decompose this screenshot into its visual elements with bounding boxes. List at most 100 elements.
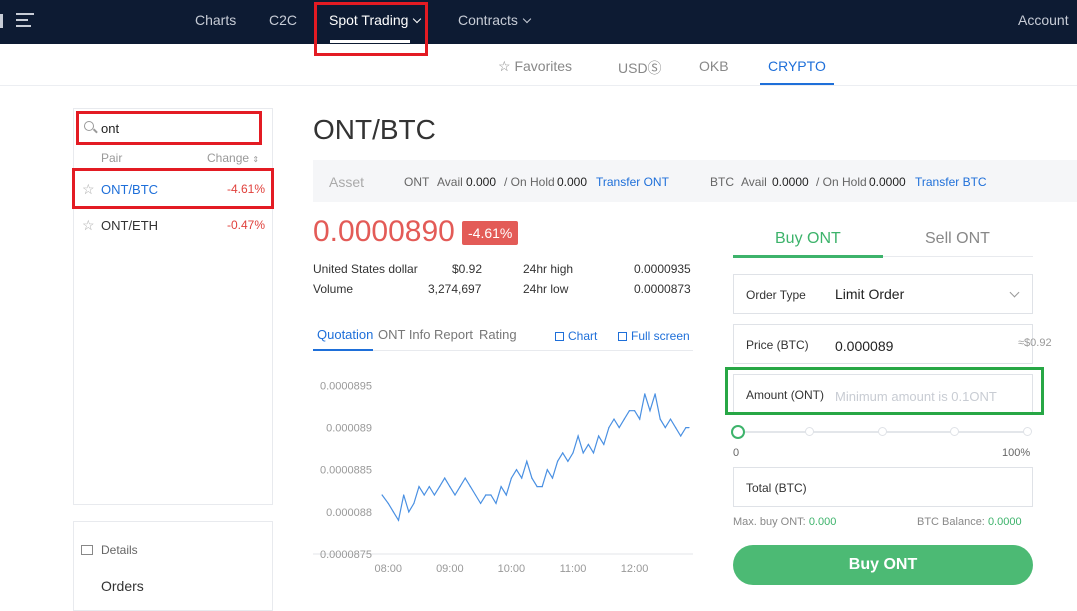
price-point: [474, 494, 477, 496]
col-header-change-label: Change: [207, 151, 250, 165]
price-point: [546, 469, 548, 471]
price-point: [551, 477, 554, 479]
order-type-select[interactable]: Order Type Limit Order: [733, 274, 1033, 314]
price-point: [480, 502, 482, 505]
buy-ont-button[interactable]: Buy ONT: [733, 545, 1033, 585]
y-tick-label: 0.0000895: [320, 380, 372, 392]
max-buy-label: Max. buy ONT:: [733, 516, 806, 528]
collapse-edge: [0, 14, 3, 28]
col-header-change[interactable]: Change ⇕: [207, 151, 259, 165]
high-label: 24hr high: [523, 262, 574, 276]
price-point: [628, 410, 631, 412]
nav-contracts[interactable]: Contracts: [458, 0, 532, 44]
price-point: [541, 485, 543, 488]
price-point: [598, 435, 600, 437]
price-point: [408, 511, 410, 513]
max-buy-value: 0.000: [808, 516, 837, 528]
ont-hold-value: 0.000: [557, 175, 588, 189]
transfer-btc-link[interactable]: Transfer BTC: [915, 175, 987, 189]
price-point: [423, 494, 425, 496]
ont-avail-label: Avail: [437, 175, 463, 189]
price-field[interactable]: Price (BTC) 0.000089: [733, 324, 1033, 364]
slider-max-label: 100%: [1002, 447, 1031, 459]
btc-avail-value: 0.0000: [772, 175, 809, 189]
x-tick-label: 12:00: [621, 563, 649, 575]
ont-hold-label: / On Hold: [504, 175, 555, 189]
price-point: [392, 511, 394, 513]
price-point: [623, 418, 625, 420]
price-point: [485, 494, 487, 496]
nav-account[interactable]: Account: [1018, 0, 1069, 44]
price-point: [531, 477, 533, 479]
tab-buy-ont[interactable]: Buy ONT: [775, 230, 841, 248]
tab-quotation[interactable]: Quotation: [317, 327, 373, 342]
market-subnav: ☆ Favorites USDⓈ OKB CRYPTO: [0, 44, 1077, 86]
y-tick-label: 0.0000875: [320, 549, 372, 561]
asset-bar: Asset ONT Avail 0.000 / On Hold 0.000 Tr…: [313, 160, 1077, 202]
subnav-favorites[interactable]: ☆ Favorites: [498, 58, 572, 75]
slider-stop-75[interactable]: [950, 427, 959, 436]
details-panel: [73, 521, 273, 611]
price-point: [464, 477, 466, 479]
star-icon[interactable]: ☆: [82, 217, 95, 234]
col-header-pair[interactable]: Pair: [101, 151, 122, 165]
price-point: [567, 460, 569, 462]
tab-rating[interactable]: Rating: [479, 327, 517, 342]
total-field[interactable]: Total (BTC): [733, 467, 1033, 507]
chart-icon: [555, 332, 564, 341]
menu-icon[interactable]: [16, 13, 34, 29]
price-line-chart[interactable]: 0.0000895 0.000089 0.0000885 0.000088 0.0000…: [313, 372, 693, 582]
asset-label: Asset: [329, 174, 365, 190]
subnav-usds[interactable]: USDⓈ: [618, 58, 662, 78]
slider-stop-50[interactable]: [878, 427, 887, 436]
price-point: [649, 410, 651, 412]
tab-ont-info[interactable]: ONT Info: [378, 327, 431, 342]
subnav-okb[interactable]: OKB: [699, 58, 729, 74]
tab-sell-ont[interactable]: Sell ONT: [925, 230, 990, 248]
price-point: [397, 519, 400, 521]
slider-stop-25[interactable]: [805, 427, 814, 436]
price-point: [413, 502, 415, 505]
highlight-box-ont-btc: [72, 168, 274, 209]
chart-button[interactable]: Chart: [555, 329, 597, 343]
chevron-down-icon: [1009, 287, 1020, 298]
low-label: 24hr low: [523, 282, 569, 296]
price-point: [664, 426, 666, 429]
price-point: [510, 477, 513, 479]
price-point: [454, 494, 456, 496]
price-point: [633, 410, 636, 412]
transfer-ont-link[interactable]: Transfer ONT: [596, 175, 669, 189]
btc-hold-label: / On Hold: [816, 175, 867, 189]
price-point: [418, 485, 420, 488]
highlight-box-search: [76, 111, 262, 145]
orders-link[interactable]: Orders: [101, 578, 144, 594]
nav-charts[interactable]: Charts: [195, 0, 236, 44]
tab-active-underline: [313, 349, 373, 351]
subnav-favorites-label: Favorites: [514, 58, 573, 74]
subnav-active-underline: [760, 83, 834, 85]
price-input-value[interactable]: 0.000089: [835, 338, 893, 354]
fullscreen-button[interactable]: Full screen: [618, 329, 690, 343]
price-point: [685, 426, 687, 429]
btc-hold-value: 0.0000: [869, 175, 906, 189]
tab-report[interactable]: Report: [434, 327, 473, 342]
slider-stop-100[interactable]: [1023, 427, 1032, 436]
y-tick-label: 0.000088: [326, 507, 372, 519]
price-point: [618, 426, 620, 429]
page-title: ONT/BTC: [313, 114, 436, 145]
price-point: [495, 502, 497, 505]
price-point: [459, 485, 461, 488]
nav-c2c[interactable]: C2C: [269, 0, 297, 44]
price-point: [659, 418, 661, 420]
x-tick-label: 10:00: [498, 563, 526, 575]
subnav-crypto[interactable]: CRYPTO: [768, 58, 826, 74]
amount-slider-handle[interactable]: [731, 425, 745, 439]
details-label: Details: [101, 543, 138, 557]
price-point: [387, 502, 389, 505]
chart-button-label: Chart: [568, 329, 598, 343]
pair-row-ont-eth[interactable]: ☆ ONT/ETH -0.47%: [74, 208, 272, 242]
total-label: Total (BTC): [746, 481, 807, 495]
slider-min-label: 0: [733, 447, 740, 459]
fullscreen-icon: [618, 332, 627, 341]
price-point: [403, 494, 405, 496]
